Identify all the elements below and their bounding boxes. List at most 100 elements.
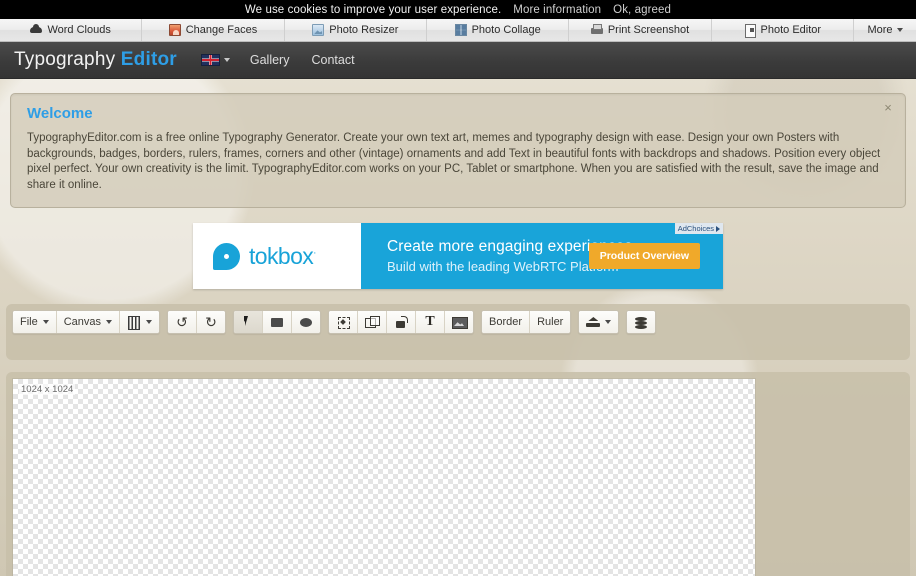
adchoices-label: AdChoices [677, 224, 714, 233]
nav-item-label: Change Faces [185, 24, 258, 36]
ad-brand-name: tokbox· [249, 243, 316, 270]
nav-item-photo-collage[interactable]: Photo Collage [427, 19, 570, 41]
collage-grid-icon [454, 24, 467, 36]
welcome-title: Welcome [27, 105, 93, 122]
chevron-down-icon [605, 320, 612, 324]
chevron-down-icon [106, 320, 113, 324]
toolbar-group-decorations: Border Ruler [481, 310, 572, 334]
advertisement-banner[interactable]: tokbox· Create more engaging experiences… [193, 223, 723, 289]
canvas-menu-button[interactable]: Canvas [56, 311, 121, 333]
file-menu-label: File [20, 316, 38, 328]
site-logo[interactable]: Typography Editor [14, 49, 177, 71]
group-objects-icon [365, 315, 381, 329]
transform-handles-icon [336, 315, 351, 329]
header-link-contact[interactable]: Contact [309, 50, 356, 70]
welcome-body-text: TypographyEditor.com is a free online Ty… [27, 132, 881, 191]
canvas-size-label: 1024 x 1024 [19, 384, 76, 395]
grid-icon [127, 315, 141, 330]
redo-icon [204, 315, 218, 329]
chevron-down-icon [42, 320, 49, 324]
tokbox-logo-icon [213, 242, 240, 270]
chevron-down-icon [146, 320, 153, 324]
border-button[interactable]: Border [482, 311, 531, 333]
picture-icon [312, 24, 325, 36]
nav-item-label: Photo Resizer [329, 24, 399, 36]
text-t-icon [423, 315, 437, 329]
play-triangle-icon [716, 225, 720, 232]
grid-menu-button[interactable] [120, 311, 160, 333]
chevron-down-icon [223, 58, 230, 62]
nav-item-word-clouds[interactable]: Word Clouds [0, 19, 143, 41]
nav-item-more[interactable]: More [854, 19, 916, 41]
undo-icon [175, 315, 189, 329]
ellipse-tool-button[interactable] [292, 311, 321, 333]
nav-item-photo-resizer[interactable]: Photo Resizer [285, 19, 427, 41]
adchoices-badge[interactable]: AdChoices [674, 223, 723, 234]
nav-more-label: More [867, 24, 893, 36]
nav-item-change-faces[interactable]: Change Faces [142, 19, 285, 41]
ad-trademark: · [313, 246, 316, 258]
toolbar-group-layers [626, 310, 657, 334]
network-nav-bar: Word Clouds Change Faces Photo Resizer P… [0, 19, 916, 42]
ruler-button[interactable]: Ruler [530, 311, 571, 333]
pointer-arrow-icon [241, 315, 255, 329]
unlock-tool-button[interactable] [387, 311, 417, 333]
nav-item-label: Photo Editor [760, 24, 822, 36]
toolbar-group-objects [328, 310, 475, 334]
file-menu-button[interactable]: File [13, 311, 57, 333]
toolbar-group-history [167, 310, 227, 334]
border-button-label: Border [489, 316, 523, 328]
undo-button[interactable] [168, 311, 198, 333]
layers-button[interactable] [627, 311, 656, 333]
rectangle-tool-button[interactable] [263, 311, 293, 333]
chevron-down-icon [896, 28, 903, 32]
printer-icon [590, 24, 603, 36]
editor-toolbar-panel: File Canvas ↺ ↻ T Border Ruler [6, 304, 910, 360]
toolbar-group-menus: File Canvas [12, 310, 161, 334]
toolbar-group-align [578, 310, 620, 334]
nav-item-label: Photo Collage [471, 24, 541, 36]
language-selector[interactable] [200, 54, 230, 66]
close-icon[interactable]: × [881, 101, 895, 115]
canvas-stage-panel: 1024 x 1024 [6, 372, 910, 576]
align-icon [586, 315, 601, 329]
align-menu-button[interactable] [579, 311, 619, 333]
group-tool-button[interactable] [358, 311, 388, 333]
layers-stack-icon [634, 315, 648, 329]
image-icon [452, 315, 469, 329]
nav-item-label: Word Clouds [47, 24, 111, 36]
editor-toolbar: File Canvas ↺ ↻ T Border Ruler [12, 310, 904, 334]
uk-flag-icon [200, 54, 220, 66]
brand-word-secondary: Editor [120, 49, 177, 70]
welcome-panel: Welcome TypographyEditor.com is a free o… [10, 93, 906, 208]
image-tool-button[interactable] [445, 311, 474, 333]
rectangle-icon [270, 315, 284, 329]
nav-item-photo-editor[interactable]: Photo Editor [712, 19, 854, 41]
face-icon [168, 24, 181, 36]
cookie-accept-button[interactable]: Ok, agreed [613, 4, 671, 16]
header-link-gallery[interactable]: Gallery [248, 50, 292, 70]
cookie-message: We use cookies to improve your user expe… [244, 3, 502, 16]
nav-item-print-screenshot[interactable]: Print Screenshot [569, 19, 712, 41]
site-header: Typography Editor Gallery Contact [0, 42, 916, 79]
cookie-more-information-link[interactable]: More information [513, 4, 601, 16]
ad-brand-text: tokbox [249, 242, 314, 269]
nav-item-label: Print Screenshot [607, 24, 690, 36]
ad-message-area: Create more engaging experiences Build w… [361, 223, 723, 289]
ad-cta-button[interactable]: Product Overview [588, 243, 700, 269]
transform-tool-button[interactable] [329, 311, 359, 333]
brand-word-primary: Typography [14, 49, 116, 70]
redo-button[interactable] [197, 311, 226, 333]
design-canvas[interactable]: 1024 x 1024 [13, 379, 755, 576]
ellipse-icon [299, 315, 313, 329]
select-tool-button[interactable] [234, 311, 264, 333]
toolbar-group-shapes [233, 310, 322, 334]
text-tool-button[interactable] [416, 311, 446, 333]
cookie-consent-bar: We use cookies to improve your user expe… [0, 0, 916, 19]
ruler-button-label: Ruler [537, 316, 564, 328]
ad-brand-area: tokbox· [193, 223, 361, 289]
document-icon [744, 24, 756, 38]
advertisement-region: tokbox· Create more engaging experiences… [0, 223, 916, 289]
cloud-icon [30, 24, 43, 36]
canvas-menu-label: Canvas [63, 316, 102, 328]
